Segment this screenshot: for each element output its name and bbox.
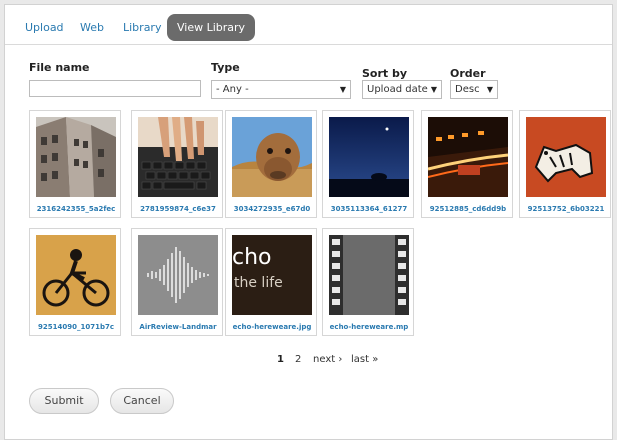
file-name-input[interactable] [29,80,201,97]
building-photo [36,117,116,197]
chevron-down-icon: ▼ [486,85,493,94]
audio-waveform-icon [138,235,218,315]
tab-web[interactable]: Web [70,17,114,39]
sort-by-label: Sort by [362,67,408,80]
media-item[interactable]: 2316242355_5a2fec [29,110,121,218]
media-caption: 2781959874_c6e37 [140,205,216,213]
tab-bar: Upload Web Library View Library [5,5,612,45]
cancel-button[interactable]: Cancel [110,388,174,414]
echo-image: cho the life [232,235,312,315]
echo-overlay-line1: cho [232,245,272,270]
pager-current-page: 1 [277,354,284,365]
media-item[interactable]: cho the life echo-hereweare.jpg [225,228,317,336]
media-caption: 92513752_6b03221 [527,205,605,213]
type-select[interactable]: - Any - ▼ [211,80,351,99]
tab-upload[interactable]: Upload [15,17,74,39]
media-browser-panel: Upload Web Library View Library File nam… [4,4,613,440]
sort-by-select-value: Upload date [367,84,428,95]
sort-by-select[interactable]: Upload date ▼ [362,80,442,99]
media-caption: 92512885_cd6dd9b [429,205,507,213]
media-item[interactable]: 92512885_cd6dd9b [421,110,513,218]
video-film-icon [329,235,409,315]
media-item[interactable]: 3035113364_61277 [322,110,414,218]
type-label: Type [211,61,240,74]
media-caption: AirReview-Landmar [139,323,217,331]
media-item[interactable]: 92513752_6b03221 [519,110,611,218]
order-select[interactable]: Desc ▼ [450,80,498,99]
night-sky-photo [329,117,409,197]
media-caption: 3034272935_e67d0 [233,205,311,213]
pager-last[interactable]: last » [351,354,378,365]
graffiti-animal-photo [526,117,606,197]
chevron-down-icon: ▼ [430,85,437,94]
tab-library[interactable]: Library [113,17,171,39]
media-caption: 2316242355_5a2fec [36,205,116,213]
media-caption: 3035113364_61277 [330,205,408,213]
media-item[interactable]: echo-hereweare.mp [322,228,414,336]
street-night-photo [428,117,508,197]
media-item[interactable]: AirReview-Landmar [131,228,223,336]
order-label: Order [450,67,486,80]
media-item[interactable]: 3034272935_e67d0 [225,110,317,218]
media-caption: echo-hereweare.mp [329,323,409,331]
keyboard-photo [138,117,218,197]
media-caption: echo-hereweare.jpg [232,323,312,331]
tab-view-library[interactable]: View Library [167,14,256,41]
echo-overlay-line2: the life [234,275,283,291]
media-caption: 92514090_1071b7c [38,323,114,331]
chevron-down-icon: ▼ [339,85,346,94]
submit-button[interactable]: Submit [29,388,99,414]
pager-page-2[interactable]: 2 [295,354,301,365]
file-name-label: File name [29,61,90,74]
camel-photo [232,117,312,197]
media-item[interactable]: 2781959874_c6e37 [131,110,223,218]
graffiti-bike-photo [36,235,116,315]
pager-next[interactable]: next › [313,354,342,365]
type-select-value: - Any - [216,84,249,95]
media-item[interactable]: 92514090_1071b7c [29,228,121,336]
order-select-value: Desc [455,84,480,95]
